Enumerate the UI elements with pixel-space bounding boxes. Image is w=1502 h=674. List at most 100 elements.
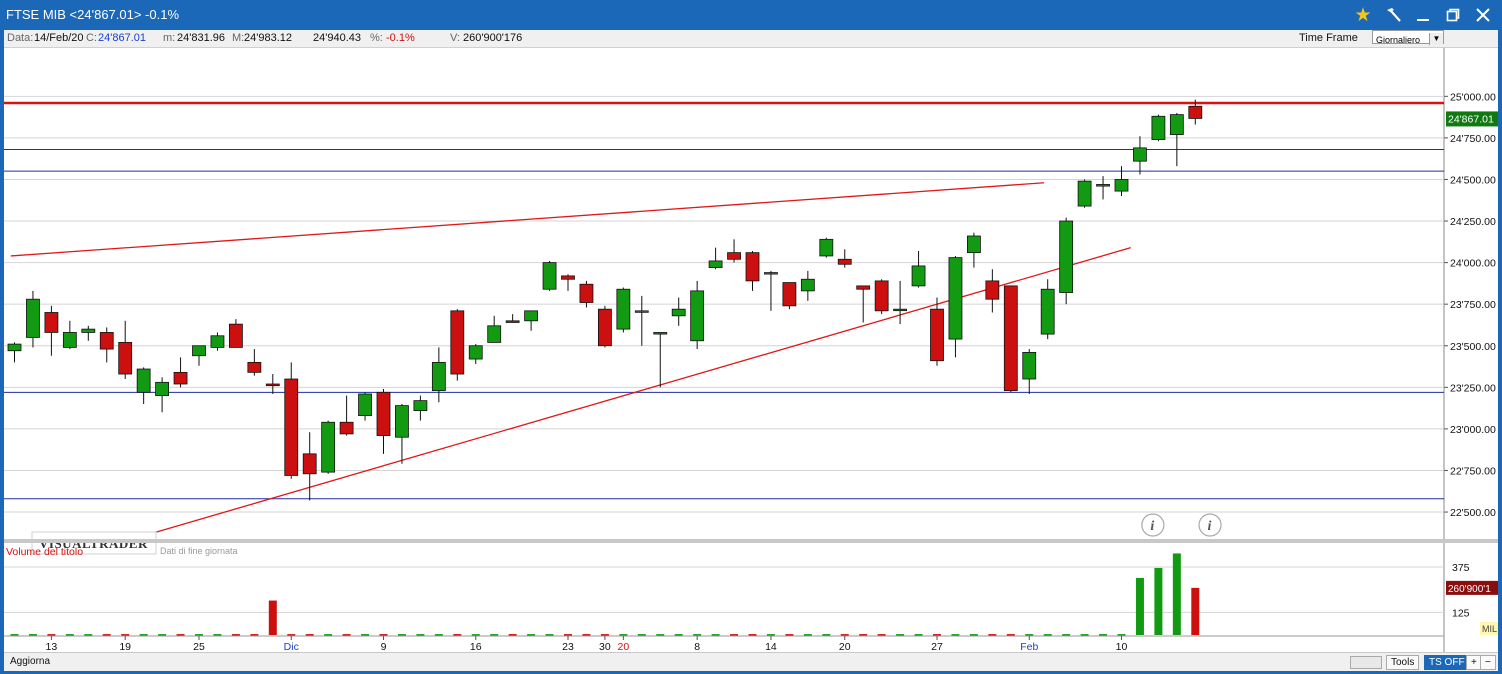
candle-up	[7, 343, 22, 352]
volume-tick-label: 125	[1452, 607, 1470, 619]
x-tick-label: 10	[1116, 641, 1128, 652]
close-icon[interactable]	[1470, 4, 1496, 26]
candle-up	[1022, 352, 1037, 380]
candle-up	[81, 328, 96, 333]
x-tick-label: 20	[618, 641, 630, 652]
candle-down	[173, 371, 188, 385]
volume-bar-up	[1154, 567, 1163, 635]
volume-tick-label: 375	[1452, 562, 1470, 574]
close-label: C:	[86, 32, 97, 44]
x-tick-label: Feb	[1020, 641, 1038, 652]
candle-down	[782, 282, 797, 307]
candle-up	[542, 262, 557, 290]
candle-up	[1169, 114, 1184, 135]
window-title: FTSE MIB <24'867.01> -0.1%	[6, 7, 180, 22]
panel-separator	[4, 539, 1498, 543]
y-tick-label: 23'000.00	[1450, 424, 1496, 436]
y-tick-label: 24'500.00	[1450, 174, 1496, 186]
max-value: 24'983.12	[244, 32, 292, 44]
candle-up	[1133, 147, 1147, 162]
volume-unit-label: MIL	[1482, 624, 1497, 634]
candle-down	[99, 332, 114, 350]
status-bar: Aggiorna Tools TS OFF + −	[4, 652, 1498, 671]
tools-button[interactable]: Tools	[1386, 655, 1420, 670]
candle-up	[210, 335, 225, 348]
candle-down	[265, 383, 280, 387]
candle-down	[745, 252, 760, 282]
hammer-icon[interactable]	[1380, 4, 1406, 26]
candle-down	[228, 323, 243, 348]
candle-down	[837, 258, 852, 265]
plot-area	[4, 48, 1444, 542]
title-bar: FTSE MIB <24'867.01> -0.1% ★	[0, 0, 1502, 30]
star-icon[interactable]: ★	[1350, 4, 1376, 26]
minimize-icon[interactable]	[1410, 4, 1436, 26]
maximize-icon[interactable]	[1440, 4, 1466, 26]
x-tick-label: 16	[470, 641, 482, 652]
min-value: 24'831.96	[177, 32, 225, 44]
x-tick-label: 25	[193, 641, 205, 652]
y-tick-label: 24'250.00	[1450, 216, 1496, 228]
candle-down	[247, 361, 262, 373]
candle-up	[819, 238, 834, 257]
candle-down	[985, 280, 1000, 300]
volume-bar-down	[1191, 587, 1200, 635]
timeframe-select[interactable]: Giornaliero ▼	[1372, 30, 1444, 45]
zoom-out-button[interactable]: −	[1480, 655, 1496, 670]
x-tick-label: 13	[46, 641, 58, 652]
candle-down	[598, 308, 612, 347]
candle-down	[874, 280, 889, 312]
candle-up	[192, 345, 206, 357]
candle-up	[321, 421, 336, 473]
candle-up	[468, 345, 483, 360]
candle-up	[358, 393, 372, 416]
candle-up	[26, 298, 40, 338]
candle-up	[1040, 288, 1055, 335]
x-tick-label: 30	[599, 641, 611, 652]
y-tick-label: 25'000.00	[1450, 91, 1496, 103]
volume-value: 260'900'176	[463, 32, 523, 44]
candle-down	[561, 275, 575, 280]
volume-label: V:	[450, 32, 460, 44]
info-icon-glyph: i	[1150, 519, 1154, 534]
x-tick-label: Dic	[284, 641, 299, 652]
refresh-button[interactable]: Aggiorna	[6, 655, 54, 668]
x-tick-label: 9	[381, 641, 387, 652]
candle-down	[44, 312, 59, 333]
x-tick-label: 8	[694, 641, 700, 652]
chevron-down-icon[interactable]: ▼	[1429, 33, 1443, 45]
scrollbar[interactable]	[1350, 656, 1382, 669]
candle-up	[1059, 220, 1074, 293]
candle-down	[930, 308, 944, 362]
candle-up	[136, 368, 151, 393]
candle-up	[893, 308, 907, 312]
candle-up	[155, 381, 170, 397]
date-value: 14/Feb/20	[34, 32, 84, 44]
candle-up	[1151, 115, 1166, 140]
close-value: 24'867.01	[98, 32, 146, 44]
candle-up	[967, 235, 981, 254]
candle-up	[524, 310, 538, 322]
timeframe-label: Time Frame	[1299, 32, 1358, 44]
y-tick-label: 22'750.00	[1450, 465, 1496, 477]
volume-title: Volume del titolo	[6, 546, 83, 558]
volume-bar-down	[268, 600, 277, 635]
candle-up	[948, 257, 963, 340]
candle-down	[1188, 105, 1203, 119]
candle-up	[616, 288, 631, 330]
price-chart[interactable]: 25'000.00 24'750.00 24'500.00 24'250.00 24'0…	[4, 48, 1498, 652]
candle-down	[450, 310, 465, 375]
candle-up	[653, 332, 668, 335]
ts-toggle-button[interactable]: TS OFF	[1424, 655, 1470, 670]
y-tick-label: 22'500.00	[1450, 507, 1496, 519]
last-price-label: 24'867.01	[1448, 113, 1494, 125]
candle-up	[395, 405, 409, 438]
candle-down	[579, 283, 594, 303]
candle-up	[634, 310, 649, 313]
date-label: Data:	[7, 32, 34, 44]
info-bar: Data: 14/Feb/20 C: 24'867.01 m: 24'831.9…	[4, 30, 1498, 48]
x-tick-label: 23	[562, 641, 574, 652]
candle-up	[911, 265, 926, 287]
volume-bar-up	[1135, 577, 1144, 635]
candle-up	[671, 308, 686, 317]
